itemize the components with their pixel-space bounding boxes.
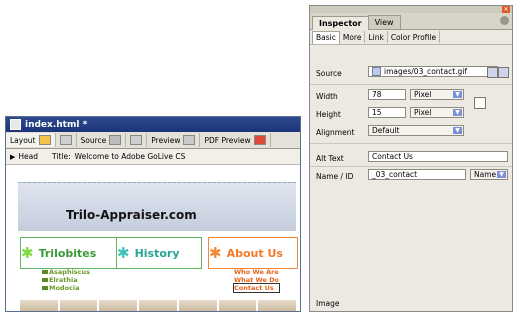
tab-layout[interactable]: Layout	[6, 133, 56, 147]
nav-about-us[interactable]: ✱ About Us	[208, 237, 298, 269]
chevron-down-icon: ▼	[497, 171, 506, 178]
submenu-item[interactable]: What We Do	[234, 276, 279, 284]
thumbnail-image[interactable]	[178, 300, 217, 311]
subtab-basic[interactable]: Basic	[312, 30, 340, 44]
tab-pdf-preview[interactable]: PDF Preview	[200, 133, 271, 147]
name-id-mode-select[interactable]: Name I ▼	[470, 169, 508, 180]
image-placeholder-icon	[42, 286, 48, 290]
name-id-label: Name / ID	[316, 172, 354, 181]
browse-icon[interactable]	[498, 67, 509, 78]
preview-icon	[183, 135, 196, 145]
frame-editor-icon	[59, 135, 72, 145]
chevron-down-icon: ▼	[453, 109, 462, 116]
nav-trilobites-label: Trilobites	[38, 246, 97, 260]
alt-text-input[interactable]: Contact Us	[368, 151, 508, 162]
chevron-down-icon: ▼	[453, 91, 462, 98]
inspector-status: Image	[316, 299, 340, 308]
close-icon[interactable]: ✕	[502, 6, 510, 13]
thumbnail-image[interactable]	[59, 300, 98, 311]
trilobites-submenu: Asaphiscus Elrathia Modocia	[42, 268, 90, 292]
tab-pdf-preview-label: PDF Preview	[204, 135, 251, 145]
head-bar: ▶ Head Title: Welcome to Adobe GoLive CS	[6, 149, 300, 165]
alignment-select[interactable]: Default ▼	[368, 125, 464, 136]
nav-history[interactable]: ✱ History	[116, 237, 202, 269]
document-icon	[10, 119, 21, 130]
tab-view[interactable]: View	[367, 15, 401, 29]
outline-editor-button[interactable]	[126, 133, 148, 147]
divider	[310, 143, 512, 144]
banner-text: Trilo-Appraiser.com	[66, 208, 197, 222]
name-id-input[interactable]: _03_contact	[368, 169, 466, 180]
inspector-palette: ✕ Inspector View Basic More Link Color P…	[309, 5, 513, 312]
divider	[310, 84, 512, 85]
source-icon	[109, 135, 122, 145]
tab-preview-label: Preview	[151, 135, 181, 145]
width-label: Width	[316, 92, 338, 101]
tab-preview[interactable]: Preview	[147, 133, 201, 147]
height-label: Height	[316, 110, 341, 119]
chevron-down-icon: ▼	[453, 127, 462, 134]
palette-menu-icon[interactable]	[500, 16, 509, 25]
asterisk-icon: ✱	[21, 243, 34, 262]
layout-canvas[interactable]: Trilo-Appraiser.com ✱ Trilobites ✱ Histo…	[6, 165, 300, 311]
subtab-link[interactable]: Link	[365, 31, 388, 43]
height-unit-select[interactable]: Pixel ▼	[410, 107, 464, 118]
source-path: images/03_contact.gif	[384, 67, 468, 76]
point-and-shoot-icon[interactable]	[487, 67, 498, 78]
alt-text-label: Alt Text	[316, 154, 344, 163]
width-unit-select[interactable]: Pixel ▼	[410, 89, 464, 100]
submenu-item-selected[interactable]: Contact Us	[232, 283, 281, 293]
alignment-label: Alignment	[316, 128, 355, 137]
view-mode-bar: Layout Source Preview PDF Preview	[6, 132, 300, 149]
head-label: Head	[18, 152, 39, 161]
tab-inspector[interactable]: Inspector	[312, 16, 369, 30]
tab-layout-label: Layout	[10, 135, 36, 145]
thumbnail-image[interactable]	[20, 300, 58, 311]
thumbnail-image[interactable]	[258, 300, 297, 311]
nav-trilobites[interactable]: ✱ Trilobites	[20, 237, 117, 269]
outline-editor-icon	[130, 135, 143, 145]
constrain-proportions-checkbox[interactable]	[474, 97, 486, 109]
width-input[interactable]: 78	[368, 89, 406, 100]
tab-source-label: Source	[80, 135, 107, 145]
palette-drag-bar[interactable]: ✕	[310, 6, 512, 13]
asterisk-icon: ✱	[117, 243, 130, 262]
head-toggle-icon[interactable]: ▶	[10, 153, 15, 161]
layout-icon	[38, 135, 51, 145]
nav-about-us-label: About Us	[226, 246, 283, 260]
source-field[interactable]: images/03_contact.gif	[368, 66, 498, 77]
subtab-more[interactable]: More	[340, 31, 366, 43]
thumbnail-image[interactable]	[99, 300, 138, 311]
tab-source[interactable]: Source	[77, 133, 127, 147]
image-placeholder-icon	[42, 278, 48, 282]
inspector-subtabs: Basic More Link Color Profile	[310, 30, 512, 45]
submenu-item[interactable]: Asaphiscus	[42, 268, 90, 276]
nav-history-label: History	[134, 246, 180, 260]
subtab-color-profile[interactable]: Color Profile	[388, 31, 441, 43]
submenu-item[interactable]: Who We Are	[234, 268, 279, 276]
document-title-bar[interactable]: index.html *	[6, 117, 300, 132]
document-window: index.html * Layout Source Preview PDF P…	[5, 116, 301, 312]
title-label: Title:	[52, 152, 71, 161]
source-label: Source	[316, 69, 342, 78]
banner-image[interactable]: Trilo-Appraiser.com	[18, 182, 296, 231]
pdf-icon	[253, 135, 266, 145]
divider	[310, 166, 512, 167]
thumbnail-image[interactable]	[139, 300, 177, 311]
submenu-item[interactable]: Elrathia	[42, 276, 90, 284]
submenu-item[interactable]: Modocia	[42, 284, 90, 292]
image-placeholder-icon	[42, 270, 48, 274]
page-title-value[interactable]: Welcome to Adobe GoLive CS	[75, 152, 186, 161]
frame-editor-button[interactable]	[56, 133, 77, 147]
asterisk-icon: ✱	[209, 243, 222, 262]
thumbnail-image[interactable]	[218, 300, 257, 311]
thumbnail-strip	[20, 300, 297, 311]
about-submenu: Who We Are What We Do Contact Us	[232, 268, 281, 293]
image-file-icon	[372, 67, 381, 76]
height-input[interactable]: 15	[368, 107, 406, 118]
palette-tabs: Inspector View	[310, 13, 512, 30]
document-title: index.html *	[25, 119, 88, 130]
